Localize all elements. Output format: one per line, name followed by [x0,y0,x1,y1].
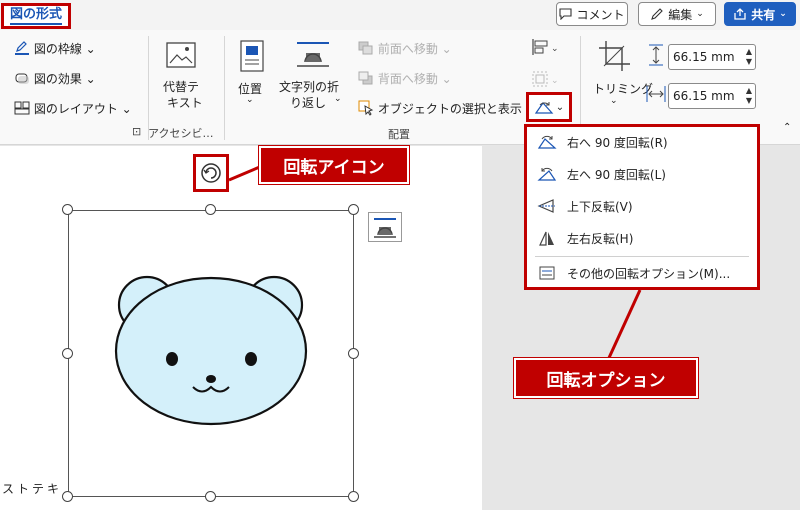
title-bar: 図の形式 コメント 編集 ⌄ 共有 ⌄ [0,0,800,30]
crop-icon [599,41,630,71]
bring-forward-button[interactable]: 前面へ移動 ⌄ [358,40,452,57]
wrap-text-label-2: り返し [290,96,327,110]
divider [224,36,225,140]
menu-item-rotate-right[interactable]: 右へ 90 度回転(R) [527,127,757,157]
resize-handle-se[interactable] [348,491,359,502]
rotate-handle-icon [201,163,221,183]
wrap-text-button[interactable] [295,40,331,74]
rotate-right-icon [537,135,557,149]
crop-label: トリミング [593,82,654,96]
more-rotation-options-icon [539,266,555,280]
comment-icon [559,8,573,20]
alt-text-label-2: キスト [167,96,203,110]
flip-vertical-icon [537,199,555,213]
resize-handle-w[interactable] [62,348,73,359]
rotate-icon-callout: 回転アイコン [258,145,410,185]
rotate-icon [534,102,554,114]
alt-text-label-1: 代替テ [163,80,200,94]
send-backward-icon [358,71,373,85]
resize-handle-s[interactable] [205,491,216,502]
picture-effects-button[interactable]: 図の効果 ⌄ [14,70,96,87]
chevron-down-icon: ⌄ [779,9,787,19]
resize-handle-nw[interactable] [62,204,73,215]
alt-text-button[interactable] [163,40,199,76]
collapse-ribbon-icon[interactable]: ⌃ [783,122,791,133]
chevron-down-icon: ⌄ [246,95,254,105]
document-body-text: ストテキ [2,482,63,496]
arrange-group-label: 配置 [388,128,410,141]
chevron-down-icon: ⌄ [610,96,618,106]
svg-text:⌄: ⌄ [551,76,559,86]
menu-item-flip-vertical[interactable]: 上下反転(V) [527,191,757,221]
bring-forward-icon [358,41,373,55]
layout-options-icon [374,218,396,238]
resize-handle-n[interactable] [205,204,216,215]
crop-button[interactable] [598,40,632,76]
accessibility-group-label: アクセシビ… [148,127,214,140]
position-icon [240,40,264,72]
spin-arrows-icon[interactable]: ▲ ▼ [746,47,752,67]
share-button[interactable]: 共有 ⌄ [724,2,796,26]
rotate-dropdown-menu: 右へ 90 度回転(R) 左へ 90 度回転(L) 上下反転(V) 左右反転(H… [524,124,760,290]
chevron-down-icon: ⌄ [696,9,704,19]
pen-border-icon [15,41,29,55]
align-button[interactable]: ⌄ [530,38,560,60]
width-input[interactable]: 66.15 mm ▲ ▼ [668,83,756,109]
selection-pane-button[interactable]: オブジェクトの選択と表示 [358,100,522,117]
selected-picture[interactable] [68,210,354,497]
bear-face-image [114,275,308,426]
width-icon [646,83,666,109]
chevron-down-icon: ⌄ [334,94,342,104]
resize-handle-ne[interactable] [348,204,359,215]
flip-horizontal-icon [539,231,554,246]
rotation-handle[interactable] [193,154,229,192]
menu-divider [535,256,749,257]
edit-button[interactable]: 編集 ⌄ [638,2,716,26]
menu-item-rotate-left[interactable]: 左へ 90 度回転(L) [527,159,757,189]
effects-icon [15,73,29,84]
alt-text-icon [166,42,196,68]
resize-handle-sw[interactable] [62,491,73,502]
picture-border-button[interactable]: 図の枠線 ⌄ [14,40,96,57]
resize-handle-e[interactable] [348,348,359,359]
send-backward-button[interactable]: 背面へ移動 ⌄ [358,70,452,87]
comment-button[interactable]: コメント [556,2,628,26]
pencil-icon [651,8,663,20]
wrap-text-label-1: 文字列の折 [279,80,340,94]
picture-layout-button[interactable]: 図のレイアウト ⌄ [14,100,132,117]
selection-pane-icon [358,100,374,116]
rotate-left-icon [537,167,557,181]
spin-arrows-icon[interactable]: ▲ ▼ [746,86,752,106]
wrap-text-icon [297,42,329,67]
height-input[interactable]: 66.15 mm ▲ ▼ [668,44,756,70]
layout-icon [14,101,30,115]
group-objects-icon: ⌄ [532,71,559,87]
svg-text:⌄: ⌄ [551,44,559,54]
menu-item-more-rotation-options[interactable]: その他の回転オプション(M)... [527,258,757,288]
rotate-options-callout: 回転オプション [513,357,699,399]
layout-options-button[interactable] [368,212,402,242]
height-icon [646,44,666,70]
rotate-button[interactable]: ⌄ [526,92,572,122]
share-icon [734,8,746,20]
group-launcher-icon[interactable]: ⊡ [132,125,141,138]
tab-picture-format[interactable]: 図の形式 [1,3,71,29]
align-icon: ⌄ [532,39,559,55]
chevron-down-icon: ⌄ [555,101,565,113]
group-objects-button[interactable]: ⌄ [530,70,560,92]
menu-item-flip-horizontal[interactable]: 左右反転(H) [527,223,757,253]
position-button[interactable] [238,40,266,78]
